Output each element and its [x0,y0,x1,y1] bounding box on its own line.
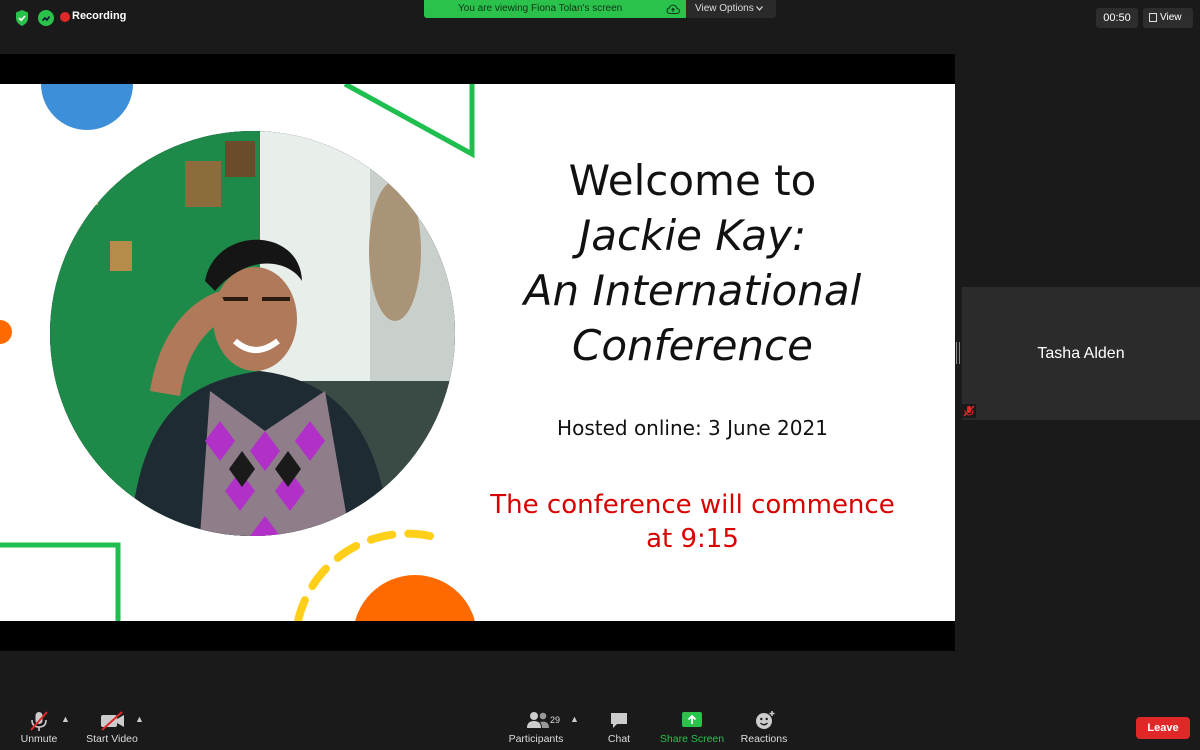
unmute-button[interactable]: Unmute [14,733,64,745]
green-square-shape [0,542,121,621]
panel-resize-handle[interactable] [956,342,960,364]
shield-icon[interactable] [14,9,30,27]
speaker-portrait-image [50,131,455,536]
participants-count: 29 [550,715,561,725]
muted-mic-icon [962,404,976,418]
green-triangle-shape [343,84,475,159]
slide-title-line-2: An International [523,266,862,315]
video-options-caret[interactable]: ▲ [135,714,144,724]
participant-name: Tasha Alden [1037,345,1125,362]
share-screen-icon[interactable] [681,711,703,729]
chevron-down-icon [756,6,763,11]
slide-hosted-date: Hosted online: 3 June 2021 [557,416,828,440]
commence-line-2: at 9:15 [646,524,739,554]
chat-icon[interactable] [609,711,629,729]
orange-circle-shape [355,575,475,621]
meeting-timer: 00:50 [1096,8,1138,28]
stopped-video-icon[interactable] [100,711,126,731]
connection-icon[interactable] [37,9,55,27]
participants-button[interactable]: Participants [503,733,569,745]
speaker-photo [50,131,455,536]
muted-microphone-icon[interactable] [28,710,50,732]
recording-dot-icon [60,12,70,22]
reactions-button[interactable]: Reactions [736,733,792,745]
slide-title-line-1: Jackie Kay: [578,211,807,260]
recording-label: Recording [72,10,127,22]
participants-options-caret[interactable]: ▲ [570,714,579,724]
slide-title-line-3: Conference [572,321,813,370]
participants-icon[interactable] [526,711,550,729]
reactions-icon[interactable] [754,710,776,730]
view-options-label: View Options [695,3,754,14]
view-button-label: View [1160,12,1182,23]
start-video-button[interactable]: Start Video [80,733,144,745]
slide-commence-notice: The conference will commence at 9:15 [430,488,955,556]
commence-line-1: The conference will commence [490,490,895,520]
orange-half-circle-left [0,320,12,344]
audio-options-caret[interactable]: ▲ [61,714,70,724]
chat-button[interactable]: Chat [599,733,639,745]
blue-circle-shape [41,84,133,130]
presentation-slide: Welcome to Jackie Kay: An International … [0,84,955,621]
cloud-upload-icon[interactable] [666,3,680,15]
view-layout-icon [1149,13,1157,22]
slide-welcome-heading: Welcome to [568,156,817,205]
viewing-banner-text: You are viewing Fiona Tolan's screen [458,3,623,14]
leave-button[interactable]: Leave [1136,717,1190,739]
share-screen-button[interactable]: Share Screen [656,733,728,745]
